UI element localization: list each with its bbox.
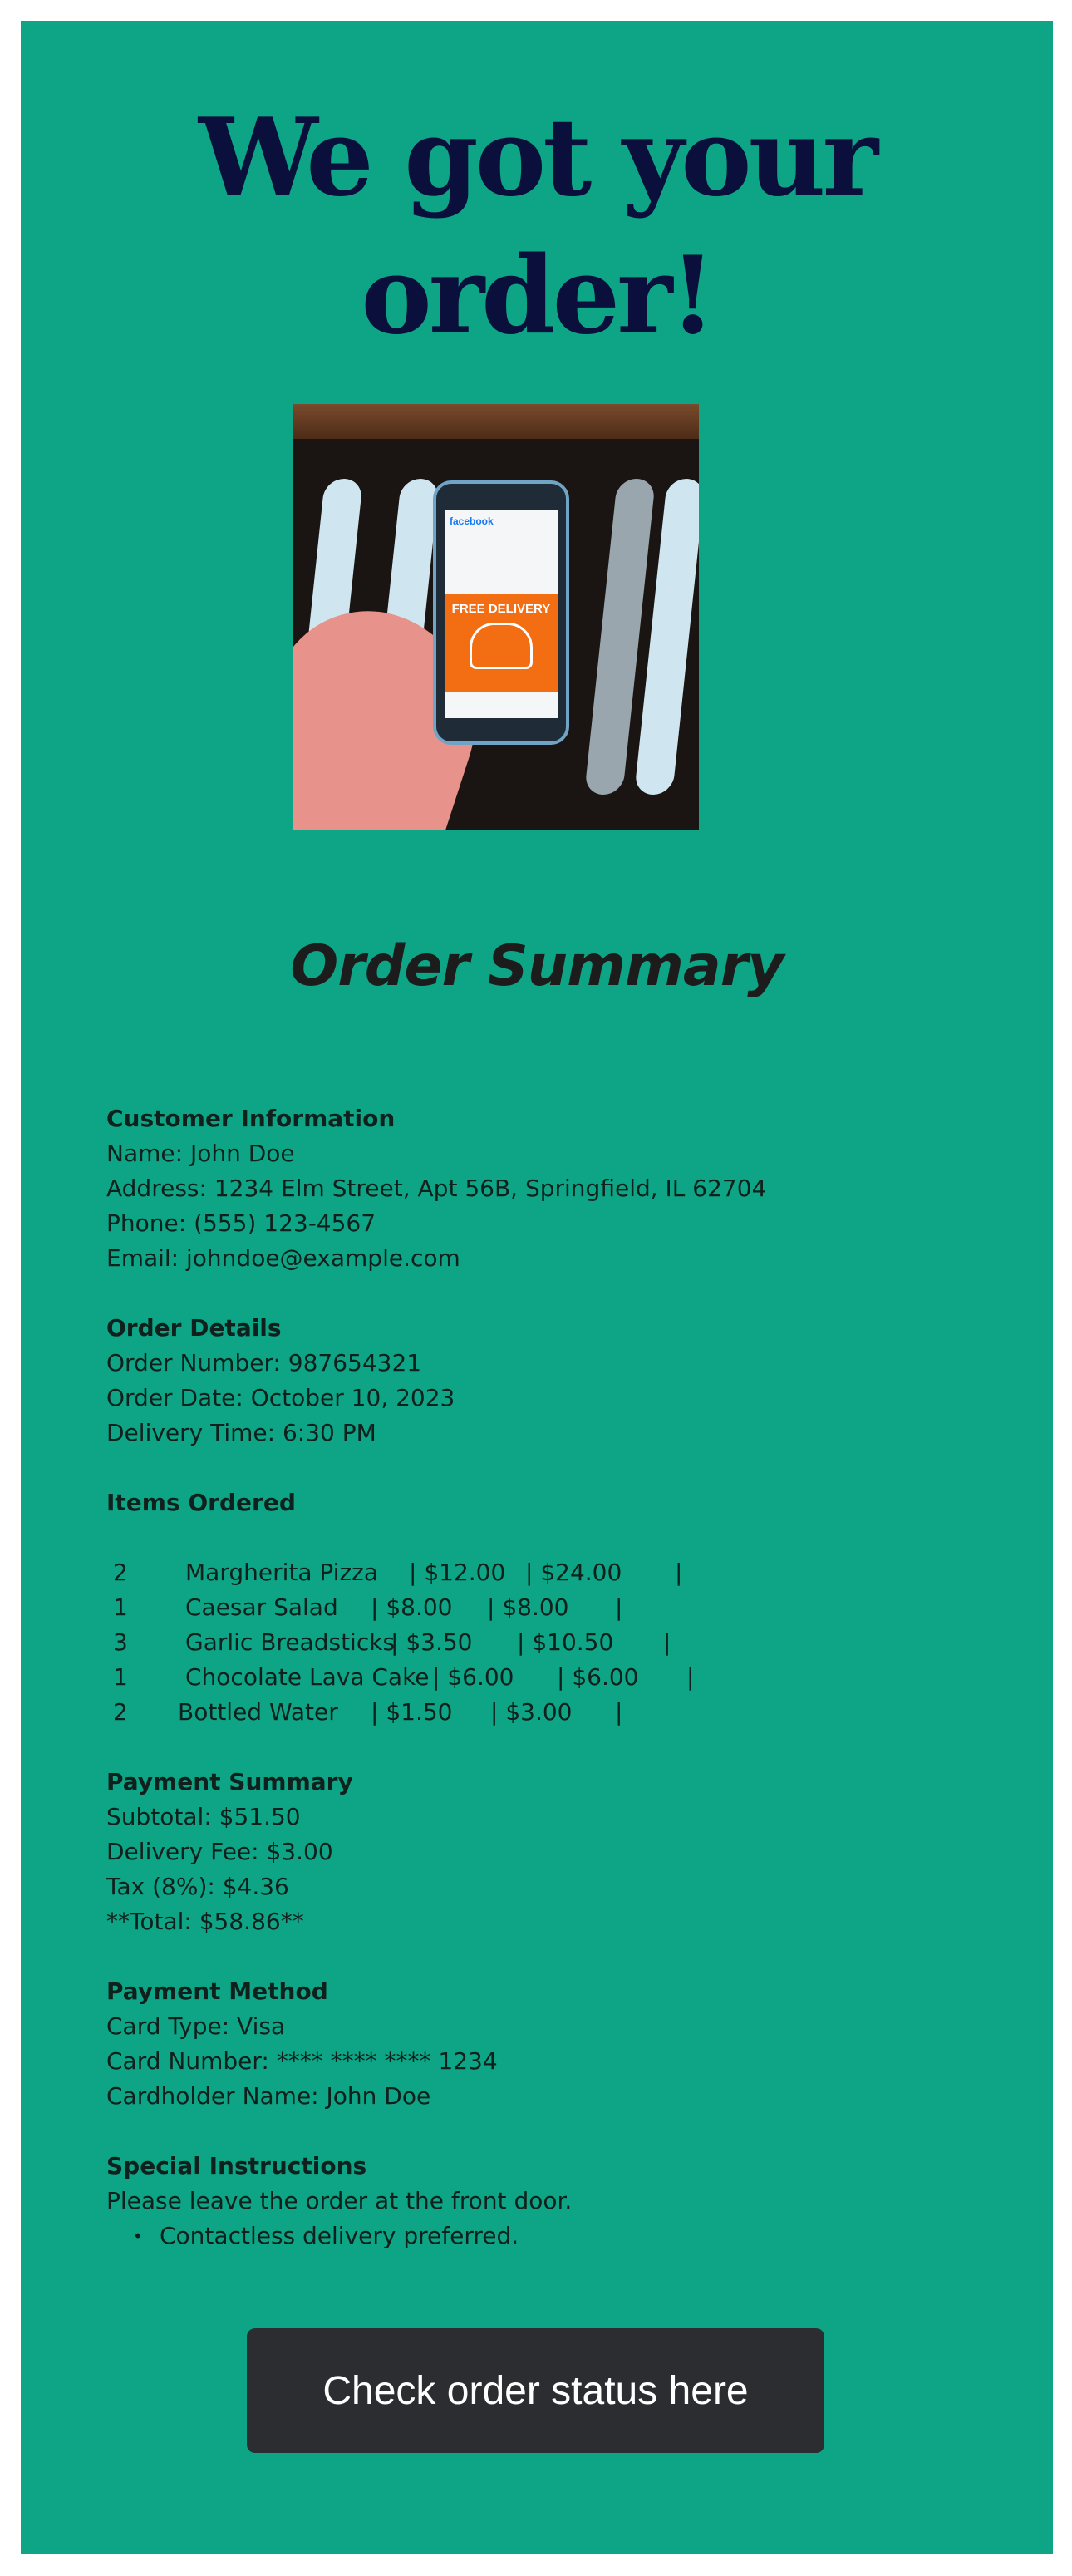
item-end: | [675,1559,683,1586]
item-total: | $6.00 [557,1663,639,1691]
customer-phone: Phone: (555) 123-4567 [106,1209,376,1237]
delivery-time: Delivery Time: 6:30 PM [106,1419,376,1446]
item-unit-price: | $12.00 [409,1559,506,1586]
phone-illustration: facebook FREE DELIVERY [433,480,569,745]
tax: Tax (8%): $4.36 [106,1873,289,1900]
item-row: 2 Bottled Water | $1.50 | $3.00 | [106,1695,971,1730]
item-name: Margherita Pizza [185,1559,379,1586]
item-row: 2 Margherita Pizza | $12.00 | $24.00 | [106,1555,971,1590]
item-end: | [615,1698,623,1726]
item-row: 1 Chocolate Lava Cake | $6.00 | $6.00 | [106,1660,971,1695]
instruction-line: Please leave the order at the front door… [106,2187,573,2214]
item-unit-price: | $8.00 [371,1593,453,1621]
delivery-fee: Delivery Fee: $3.00 [106,1838,333,1865]
item-name: Garlic Breadsticks [185,1628,396,1656]
customer-address: Address: 1234 Elm Street, Apt 56B, Sprin… [106,1175,767,1202]
headline: We got your order! [198,96,878,358]
order-details-section: Customer Information Name: John Doe Addr… [106,1101,971,2253]
item-qty: 1 [113,1593,128,1621]
item-unit-price: | $6.00 [432,1663,514,1691]
item-total: | $3.00 [490,1698,573,1726]
item-total: | $10.50 [517,1628,614,1656]
card-number: Card Number: **** **** **** 1234 [106,2047,498,2075]
subtotal: Subtotal: $51.50 [106,1803,301,1830]
order-date: Order Date: October 10, 2023 [106,1384,455,1411]
item-end: | [615,1593,623,1621]
total: **Total: $58.86** [106,1908,304,1935]
hero-image: facebook FREE DELIVERY [293,404,699,830]
promo-text: FREE DELIVERY [451,602,551,616]
item-qty: 2 [113,1698,128,1726]
item-row: 3 Garlic Breadsticks | $3.50 | $10.50 | [106,1625,971,1660]
item-name: Chocolate Lava Cake [185,1663,430,1691]
item-row: 1 Caesar Salad | $8.00 | $8.00 | [106,1590,971,1625]
order-number: Order Number: 987654321 [106,1349,422,1377]
order-confirmation-card: We got your order! facebook FREE DELIVER… [21,21,1053,2554]
item-qty: 1 [113,1663,128,1691]
item-name: Caesar Salad [185,1593,338,1621]
item-qty: 3 [113,1628,128,1656]
hero-frame [293,404,699,439]
item-qty: 2 [113,1559,128,1586]
item-end: | [663,1628,671,1656]
item-name: Bottled Water [178,1698,338,1726]
phone-screen: facebook FREE DELIVERY [445,510,558,718]
check-order-status-button[interactable]: Check order status here [247,2328,824,2453]
items-title: Items Ordered [106,1489,296,1516]
item-total: | $24.00 [525,1559,622,1586]
special-instructions-title: Special Instructions [106,2152,367,2180]
instruction-bullet: Contactless delivery preferred. [106,2219,971,2253]
card-type: Card Type: Visa [106,2012,286,2040]
item-unit-price: | $1.50 [371,1698,453,1726]
customer-info-title: Customer Information [106,1105,396,1132]
free-delivery-promo: FREE DELIVERY [445,594,558,692]
cardholder-name: Cardholder Name: John Doe [106,2082,431,2110]
order-details-title: Order Details [106,1314,282,1342]
item-end: | [686,1663,695,1691]
facebook-logo: facebook [450,515,494,527]
customer-name: Name: John Doe [106,1140,295,1167]
payment-summary-title: Payment Summary [106,1768,353,1795]
item-total: | $8.00 [487,1593,569,1621]
scooter-icon [470,623,533,669]
item-unit-price: | $3.50 [391,1628,473,1656]
payment-method-title: Payment Method [106,1978,328,2005]
customer-email: Email: johndoe@example.com [106,1244,460,1272]
summary-title: Order Summary [290,933,784,999]
